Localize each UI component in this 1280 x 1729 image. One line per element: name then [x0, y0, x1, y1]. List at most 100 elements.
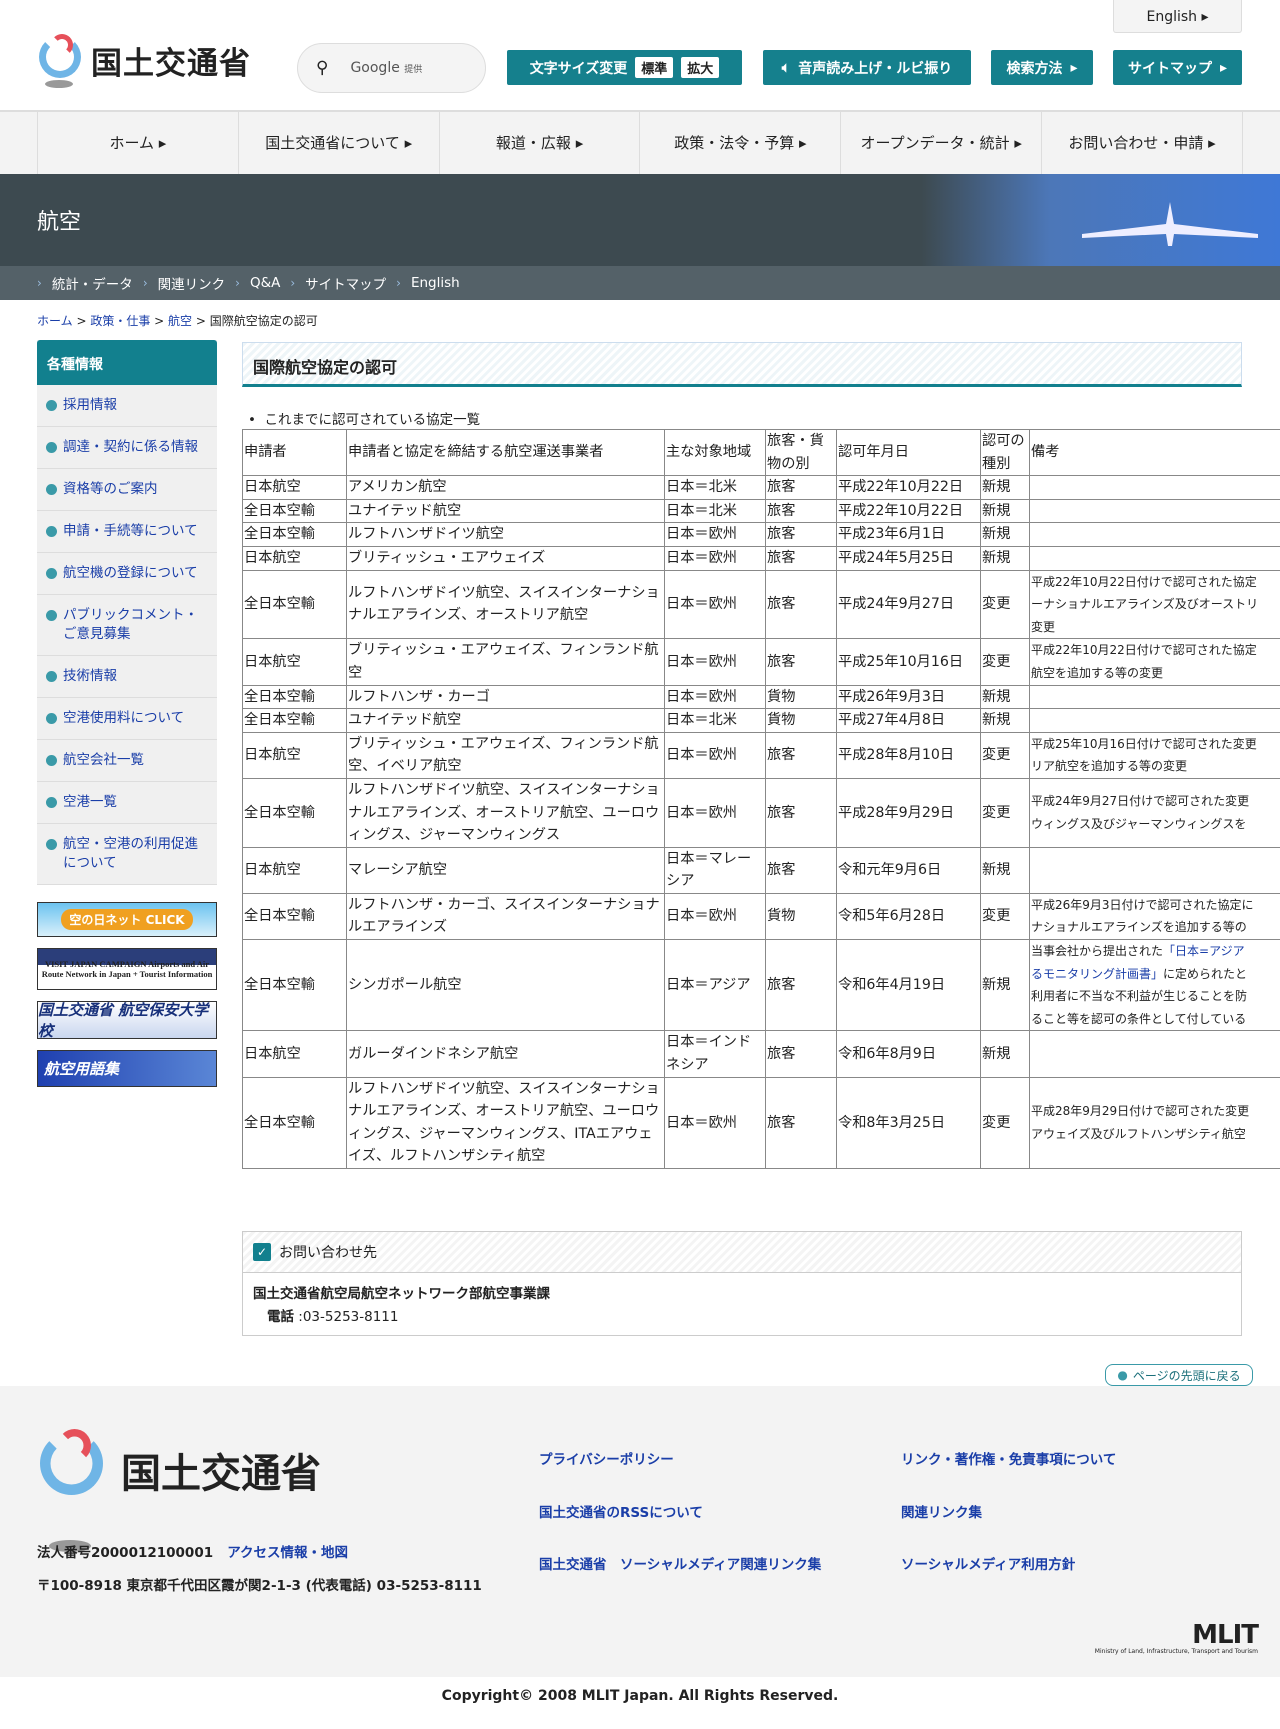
table-cell: 全日本空輸: [242, 1076, 347, 1170]
table-cell: 旅客: [765, 522, 837, 547]
sidebar-item-link[interactable]: 資格等のご案内: [63, 481, 158, 497]
table-cell: 新規: [980, 939, 1030, 1032]
sidebar-item-link[interactable]: 技術情報: [63, 668, 117, 684]
footer-link-copyright[interactable]: リンク・著作権・免責事項について: [901, 1448, 1116, 1468]
copyright: Copyright© 2008 MLIT Japan. All Rights R…: [441, 1688, 839, 1704]
table-row: 全日本空輸 ルフトハンザドイツ航空 日本＝欧州 旅客 平成23年6月1日 新規: [242, 522, 1280, 547]
sidebar-item[interactable]: 航空機の登録について: [37, 553, 217, 595]
breadcrumb-home[interactable]: ホーム: [37, 314, 73, 328]
font-standard-button[interactable]: 標準: [635, 57, 674, 78]
nav-opendata[interactable]: オープンデータ・統計 ▸: [840, 112, 1041, 174]
sidebar-item[interactable]: 空港一覧: [37, 782, 217, 824]
footer-logo: 国土交通省: [37, 1429, 321, 1552]
table-cell: 日本＝インドネシア: [664, 1030, 766, 1078]
table-cell: 日本＝欧州: [664, 731, 766, 779]
search-method-button[interactable]: 検索方法 ▸: [991, 50, 1093, 85]
table-cell: ユナイテッド航空: [346, 498, 665, 524]
sub-link-sitemap[interactable]: サイトマップ: [305, 273, 386, 293]
sidebar-item[interactable]: 資格等のご案内: [37, 469, 217, 511]
sub-link-english[interactable]: English: [411, 275, 460, 291]
font-size-control: 文字サイズ変更 標準 拡大: [507, 50, 742, 85]
column-header: 備考: [1029, 428, 1280, 477]
table-cell: 新規: [980, 1030, 1030, 1078]
banner-visit-japan[interactable]: VISIT JAPAN CAMPAIGN Airports and Air Ro…: [37, 948, 217, 990]
table-row: 全日本空輸 ユナイテッド航空 日本＝北米 旅客 平成22年10月22日 新規: [242, 498, 1280, 524]
sidebar-item-link[interactable]: 採用情報: [63, 397, 117, 413]
back-to-top-button[interactable]: ● ページの先頭に戻る: [1105, 1364, 1253, 1386]
sidebar-item[interactable]: 航空会社一覧: [37, 740, 217, 782]
sidebar-item-link[interactable]: 申請・手続等について: [63, 523, 198, 539]
sidebar-item[interactable]: 申請・手続等について: [37, 511, 217, 553]
nav-home[interactable]: ホーム ▸: [37, 112, 238, 174]
sidebar-item-link[interactable]: 空港一覧: [63, 794, 117, 810]
sidebar-item-link[interactable]: 航空・空港の利用促進について: [63, 836, 198, 871]
nav-press[interactable]: 報道・広報 ▸: [438, 112, 640, 174]
sidebar-item[interactable]: パブリックコメント・ご意見募集: [37, 595, 217, 656]
sidebar-item-link[interactable]: 空港使用料について: [63, 710, 184, 726]
table-cell: ルフトハンザ・カーゴ: [346, 684, 665, 710]
footer-link-privacy[interactable]: プライバシーポリシー: [539, 1448, 674, 1468]
sub-link-related[interactable]: 関連リンク: [158, 273, 226, 293]
logo[interactable]: 国土交通省: [37, 33, 267, 88]
sidebar-item-link[interactable]: パブリックコメント・ご意見募集: [63, 607, 198, 642]
table-row: 日本航空 ブリティッシュ・エアウェイズ、フィンランド航空 日本＝欧州 旅客 平成25年1…: [242, 638, 1280, 686]
banner-glossary[interactable]: 航空用語集: [37, 1050, 217, 1087]
table-cell: マレーシア航空: [346, 846, 665, 894]
speech-label: 音声読み上げ・ルビ振り: [798, 60, 953, 77]
nav-policy[interactable]: 政策・法令・予算 ▸: [639, 112, 840, 174]
sidebar: 各種情報 採用情報 調達・契約に係る情報 資格等のご案内 申請・手続等について 航空機の…: [37, 340, 217, 885]
table-cell: 貨物: [765, 892, 837, 941]
sitemap-button[interactable]: サイトマップ ▸: [1113, 50, 1242, 85]
table-cell: ブリティッシュ・エアウェイズ: [346, 545, 665, 571]
footer-link-social-policy[interactable]: ソーシャルメディア利用方針: [901, 1553, 1075, 1573]
breadcrumb-aviation[interactable]: 航空: [168, 314, 192, 328]
table-cell: 日本＝欧州: [664, 545, 766, 571]
table-cell: 平成22年10月22日: [836, 475, 981, 500]
column-header: 申請者: [242, 428, 347, 477]
table-cell: 全日本空輸: [242, 684, 347, 710]
table-cell: 当事会社から提出された「日本=アジア るモニタリング計画書」に定められたと 利用…: [1029, 939, 1280, 1032]
section-title: 航空: [37, 210, 82, 235]
font-large-button[interactable]: 拡大: [681, 57, 720, 78]
table-cell: 変更: [980, 638, 1030, 686]
table-cell: 新規: [980, 498, 1030, 524]
sidebar-item-link[interactable]: 航空機の登録について: [63, 565, 198, 581]
access-map-link[interactable]: アクセス情報・地図: [227, 1545, 348, 1561]
sidebar-item[interactable]: 調達・契約に係る情報: [37, 427, 217, 469]
up-arrow-icon: ●: [1117, 1368, 1128, 1382]
column-header: 申請者と協定を締結する航空運送事業者: [346, 428, 665, 477]
table-row: 全日本空輸 ルフトハンザドイツ航空、スイスインターナショナルエアラインズ、オースト…: [242, 569, 1280, 640]
nav-about[interactable]: 国土交通省について ▸: [237, 112, 439, 174]
sidebar-item-link[interactable]: 航空会社一覧: [63, 752, 144, 768]
sidebar-item[interactable]: 技術情報: [37, 656, 217, 698]
table-cell: 日本航空: [242, 475, 347, 500]
banner-aviation-safety-college[interactable]: 国土交通省 航空保安大学校: [37, 1001, 217, 1040]
table-cell: [1029, 1030, 1280, 1078]
breadcrumb-policy[interactable]: 政策・仕事: [90, 314, 150, 328]
footer-link-related[interactable]: 関連リンク集: [901, 1501, 982, 1521]
table-cell: 日本＝欧州: [664, 569, 766, 640]
footer-link-social[interactable]: 国土交通省 ソーシャルメディア関連リンク集: [539, 1553, 821, 1573]
sidebar-item[interactable]: 空港使用料について: [37, 698, 217, 740]
table-cell: 旅客: [765, 939, 837, 1032]
sitemap-label: サイトマップ: [1127, 60, 1212, 77]
table-cell: 旅客: [765, 498, 837, 524]
table-cell: 旅客: [765, 1030, 837, 1078]
banner-sora-no-hi[interactable]: 空の日ネット CLICK: [37, 902, 217, 937]
table-cell: ブリティッシュ・エアウェイズ、フィンランド航空: [346, 638, 665, 686]
search-input[interactable]: ⚲ Google 提供: [297, 43, 486, 93]
table-cell: 日本航空: [242, 846, 347, 894]
sub-link-stats[interactable]: 統計・データ: [52, 273, 133, 293]
sub-link-qa[interactable]: Q&A: [250, 275, 280, 291]
english-link[interactable]: English ▸: [1113, 0, 1242, 33]
sidebar-item[interactable]: 航空・空港の利用促進について: [37, 824, 217, 885]
table-cell: 日本航空: [242, 731, 347, 779]
sidebar-item[interactable]: 採用情報: [37, 385, 217, 427]
speech-button[interactable]: 🔈︎ 音声読み上げ・ルビ振り: [763, 50, 971, 85]
sidebar-item-link[interactable]: 調達・契約に係る情報: [63, 439, 198, 455]
footer-link-rss[interactable]: 国土交通省のRSSについて: [539, 1501, 703, 1521]
table-cell: 全日本空輸: [242, 939, 347, 1032]
nav-contact[interactable]: お問い合わせ・申請 ▸: [1041, 112, 1243, 174]
table-cell: 日本＝欧州: [664, 1076, 766, 1170]
table-row: 全日本空輸 ルフトハンザ・カーゴ 日本＝欧州 貨物 平成26年9月3日 新規: [242, 684, 1280, 710]
